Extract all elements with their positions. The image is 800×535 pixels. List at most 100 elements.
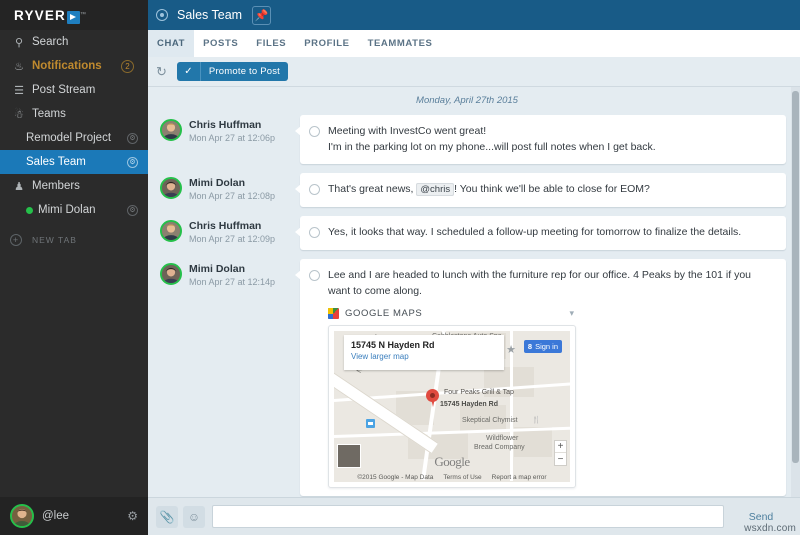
map-pin-icon: [426, 389, 439, 407]
tab-profile[interactable]: PROFILE: [295, 30, 358, 57]
avatar[interactable]: [160, 119, 182, 141]
avatar[interactable]: [160, 177, 182, 199]
zoom-in-button[interactable]: +: [555, 441, 566, 453]
sidebar-item-mimi-dolan[interactable]: Mimi Dolan ⚙: [0, 198, 148, 222]
message-timestamp: Mon Apr 27 at 12:14p: [189, 277, 275, 287]
new-tab-button[interactable]: + NEW TAB: [0, 228, 148, 252]
google-maps-card: GOOGLE MAPS ▾: [328, 306, 576, 488]
scrollbar-track[interactable]: [791, 87, 800, 497]
send-button[interactable]: Send: [730, 511, 792, 523]
app-root: RYVER ™ ⚲ Search ♨ Notifications 2 ☰ Post…: [0, 0, 800, 535]
sidebar-item-remodel-project[interactable]: Remodel Project ⚙: [0, 126, 148, 150]
street-view-thumbnail[interactable]: [337, 444, 361, 468]
message-text: Meeting with InvestCo went great!: [328, 123, 776, 139]
view-larger-map-link[interactable]: View larger map: [351, 352, 497, 361]
sidebar-item-post-stream[interactable]: ☰ Post Stream: [0, 78, 148, 102]
member-icon: ♟: [10, 180, 28, 193]
avatar-image: [162, 179, 180, 197]
message-timestamp: Mon Apr 27 at 12:09p: [189, 234, 275, 244]
tab-label: TEAMMATES: [368, 38, 433, 49]
circle-dot-icon[interactable]: [156, 9, 168, 21]
pin-icon[interactable]: 📌: [252, 6, 271, 25]
post-stream-icon: ☰: [10, 84, 28, 97]
sidebar: RYVER ™ ⚲ Search ♨ Notifications 2 ☰ Post…: [0, 0, 148, 535]
avatar-image: [162, 265, 180, 283]
chevron-down-icon[interactable]: ▾: [569, 308, 574, 319]
user-mention[interactable]: @chris: [416, 183, 454, 196]
sidebar-item-label: Search: [32, 36, 68, 48]
smiley-icon[interactable]: ☺: [183, 506, 205, 528]
gear-icon[interactable]: ⚙: [127, 509, 138, 523]
message-select-checkbox[interactable]: [300, 216, 328, 250]
gear-icon[interactable]: ⚙: [127, 133, 138, 144]
pin-place-label: Four Peaks Grill & Tap: [444, 389, 514, 396]
avatar-image: [162, 121, 180, 139]
sidebar-item-sales-team[interactable]: Sales Team ⚙: [0, 150, 148, 174]
message-input[interactable]: [212, 505, 724, 528]
star-icon[interactable]: ★: [506, 343, 516, 356]
brand-tm: ™: [80, 12, 86, 18]
bell-icon: ♨: [10, 60, 28, 73]
author-name: Mimi Dolan: [189, 263, 275, 275]
message-select-checkbox[interactable]: [300, 259, 328, 497]
message-select-checkbox[interactable]: [300, 173, 328, 207]
tab-label: PROFILE: [304, 38, 349, 49]
google-maps-frame[interactable]: N Hayden Rd Cobblestone Auto Spa Skeptic…: [328, 325, 576, 488]
brand-name: RYVER: [14, 8, 66, 23]
sidebar-item-members[interactable]: ♟ Members: [0, 174, 148, 198]
message-bubble[interactable]: Meeting with InvestCo went great! I'm in…: [300, 115, 786, 164]
place-label: Bread Company: [474, 444, 525, 451]
message-row: Mimi Dolan Mon Apr 27 at 12:08p That's g…: [160, 173, 786, 207]
tab-label: FILES: [256, 38, 286, 49]
message-bubble[interactable]: That's great news, @chris! You think we'…: [300, 173, 786, 207]
sidebar-item-search[interactable]: ⚲ Search: [0, 30, 148, 54]
message-row: Mimi Dolan Mon Apr 27 at 12:14p Lee and …: [160, 259, 786, 497]
avatar[interactable]: [10, 504, 34, 528]
avatar[interactable]: [160, 220, 182, 242]
message-timestamp: Mon Apr 27 at 12:06p: [189, 133, 275, 143]
scrollbar-thumb[interactable]: [792, 91, 799, 463]
sign-in-label: Sign in: [535, 342, 558, 351]
sign-in-button[interactable]: 8Sign in: [524, 340, 562, 353]
gear-icon[interactable]: ⚙: [127, 157, 138, 168]
message-body: Yes, it looks that way. I scheduled a fo…: [328, 216, 786, 250]
promote-to-post-label: Promote to Post: [201, 66, 288, 77]
message-author: Chris Huffman Mon Apr 27 at 12:09p: [189, 220, 275, 250]
tab-chat[interactable]: CHAT: [148, 30, 194, 57]
message-bubble[interactable]: Lee and I are headed to lunch with the f…: [300, 259, 786, 497]
message-text-post: ! You think we'll be able to close for E…: [454, 183, 650, 195]
message-body: Meeting with InvestCo went great! I'm in…: [328, 115, 786, 164]
message-composer: 📎 ☺ Send: [148, 497, 800, 535]
message-text: Lee and I are headed to lunch with the f…: [328, 267, 776, 300]
map-canvas[interactable]: N Hayden Rd Cobblestone Auto Spa Skeptic…: [334, 331, 570, 482]
message-text: That's great news, @chris! You think we'…: [328, 181, 776, 198]
google-maps-title: GOOGLE MAPS: [345, 308, 422, 319]
paperclip-icon[interactable]: 📎: [156, 506, 178, 528]
message-select-checkbox[interactable]: [300, 115, 328, 164]
watermark: wsxdn.com: [744, 523, 796, 534]
message-list[interactable]: Monday, April 27th 2015 Chris Huffman: [148, 87, 800, 497]
google-maps-icon: [328, 308, 339, 319]
tab-teammates[interactable]: TEAMMATES: [359, 30, 442, 57]
tab-posts[interactable]: POSTS: [194, 30, 247, 57]
gear-icon[interactable]: ⚙: [127, 205, 138, 216]
promote-to-post-button[interactable]: ✓ Promote to Post: [177, 62, 288, 81]
tab-label: CHAT: [157, 38, 185, 49]
message-bubble[interactable]: Yes, it looks that way. I scheduled a fo…: [300, 216, 786, 250]
sidebar-item-teams[interactable]: ☃ Teams: [0, 102, 148, 126]
tab-files[interactable]: FILES: [247, 30, 295, 57]
message-timestamp: Mon Apr 27 at 12:08p: [189, 191, 275, 201]
terms-of-use-link[interactable]: Terms of Use: [443, 474, 481, 481]
check-icon: ✓: [177, 62, 201, 81]
avatar[interactable]: [160, 263, 182, 285]
refresh-icon[interactable]: ↻: [156, 64, 167, 80]
zoom-out-button[interactable]: −: [555, 453, 566, 465]
report-map-error-link[interactable]: Report a map error: [492, 474, 547, 481]
place-label: Wildflower: [486, 435, 518, 442]
plus-icon: +: [10, 234, 22, 246]
new-tab-label: NEW TAB: [32, 235, 77, 245]
sidebar-item-notifications[interactable]: ♨ Notifications 2: [0, 54, 148, 78]
map-copyright: ©2015 Google - Map Data: [357, 474, 433, 481]
chat-toolbar: ↻ ✓ Promote to Post: [148, 57, 800, 87]
map-zoom-controls[interactable]: + −: [554, 440, 567, 466]
